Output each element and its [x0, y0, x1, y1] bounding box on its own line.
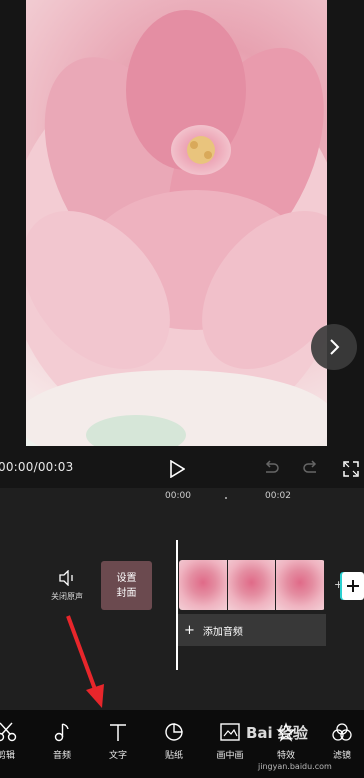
clip-thumbnail	[227, 560, 276, 610]
plus-icon: +	[184, 622, 195, 638]
ruler-start-label: 00:00	[165, 491, 191, 501]
clip-thumbnail	[179, 560, 227, 610]
watermark: Bai 经验	[246, 724, 308, 742]
toolbar-item-pip[interactable]: 画中画	[210, 722, 250, 766]
add-audio-button[interactable]: + 添加音频	[178, 614, 326, 646]
toolbar-item-edit[interactable]: 剪辑	[0, 722, 26, 766]
set-cover-label-line2: 封面	[116, 587, 137, 599]
fullscreen-icon	[343, 461, 359, 477]
next-frame-button[interactable]	[311, 324, 357, 370]
picture-in-picture-icon	[220, 723, 240, 741]
annotation-arrow	[66, 615, 104, 708]
text-icon	[110, 724, 126, 741]
mute-original-button[interactable]: 关闭原声	[44, 570, 90, 610]
filter-icon	[332, 723, 352, 741]
toolbar-item-label: 画中画	[216, 751, 244, 761]
toolbar-item-label: 贴纸	[164, 751, 183, 761]
mute-original-label: 关闭原声	[51, 592, 83, 601]
toolbar-item-text[interactable]: 文字	[98, 722, 138, 766]
undo-button[interactable]	[260, 458, 282, 478]
add-clip-button[interactable]	[342, 572, 364, 600]
toolbar-item-label: 音频	[52, 751, 71, 761]
sticker-icon	[165, 723, 183, 741]
watermark-url: jingyan.baidu.com	[258, 762, 332, 771]
toolbar-item-label: 特效	[276, 751, 295, 761]
scissors-icon	[0, 722, 17, 742]
clip-thumbnail	[276, 560, 325, 610]
toolbar-item-label: 剪辑	[0, 751, 15, 761]
video-clip-track[interactable]	[179, 560, 325, 610]
play-icon	[170, 460, 185, 478]
fullscreen-button[interactable]	[340, 458, 362, 480]
music-note-icon	[54, 723, 69, 742]
play-button[interactable]	[166, 458, 188, 480]
toolbar-item-filter[interactable]: 滤镜	[322, 722, 362, 766]
toolbar-item-label: 滤镜	[332, 751, 351, 761]
chevron-right-icon	[330, 339, 340, 355]
redo-icon	[303, 460, 317, 473]
add-audio-label: 添加音频	[202, 626, 243, 638]
playback-controls: 00:00/00:03	[0, 448, 364, 488]
time-display: 00:00/00:03	[0, 460, 74, 474]
redo-button[interactable]	[300, 458, 322, 478]
flower-image	[26, 10, 327, 446]
set-cover-label-line1: 设置	[116, 572, 137, 584]
undo-icon	[265, 460, 279, 473]
video-frame[interactable]	[26, 0, 327, 446]
set-cover-button[interactable]: 设置 封面	[101, 561, 152, 610]
plus-icon	[347, 580, 359, 592]
ruler-end-label: 00:02	[265, 491, 291, 501]
video-preview	[0, 0, 364, 448]
toolbar-item-label: 文字	[108, 751, 127, 761]
toolbar-item-audio[interactable]: 音频	[42, 722, 82, 766]
toolbar-item-sticker[interactable]: 贴纸	[154, 722, 194, 766]
ruler-dot	[225, 497, 227, 499]
speaker-icon	[59, 570, 73, 586]
timeline-area[interactable]: 00:00 00:02 关闭原声 设置 封面 + + 添加音频	[0, 488, 364, 710]
playhead[interactable]	[176, 540, 178, 670]
